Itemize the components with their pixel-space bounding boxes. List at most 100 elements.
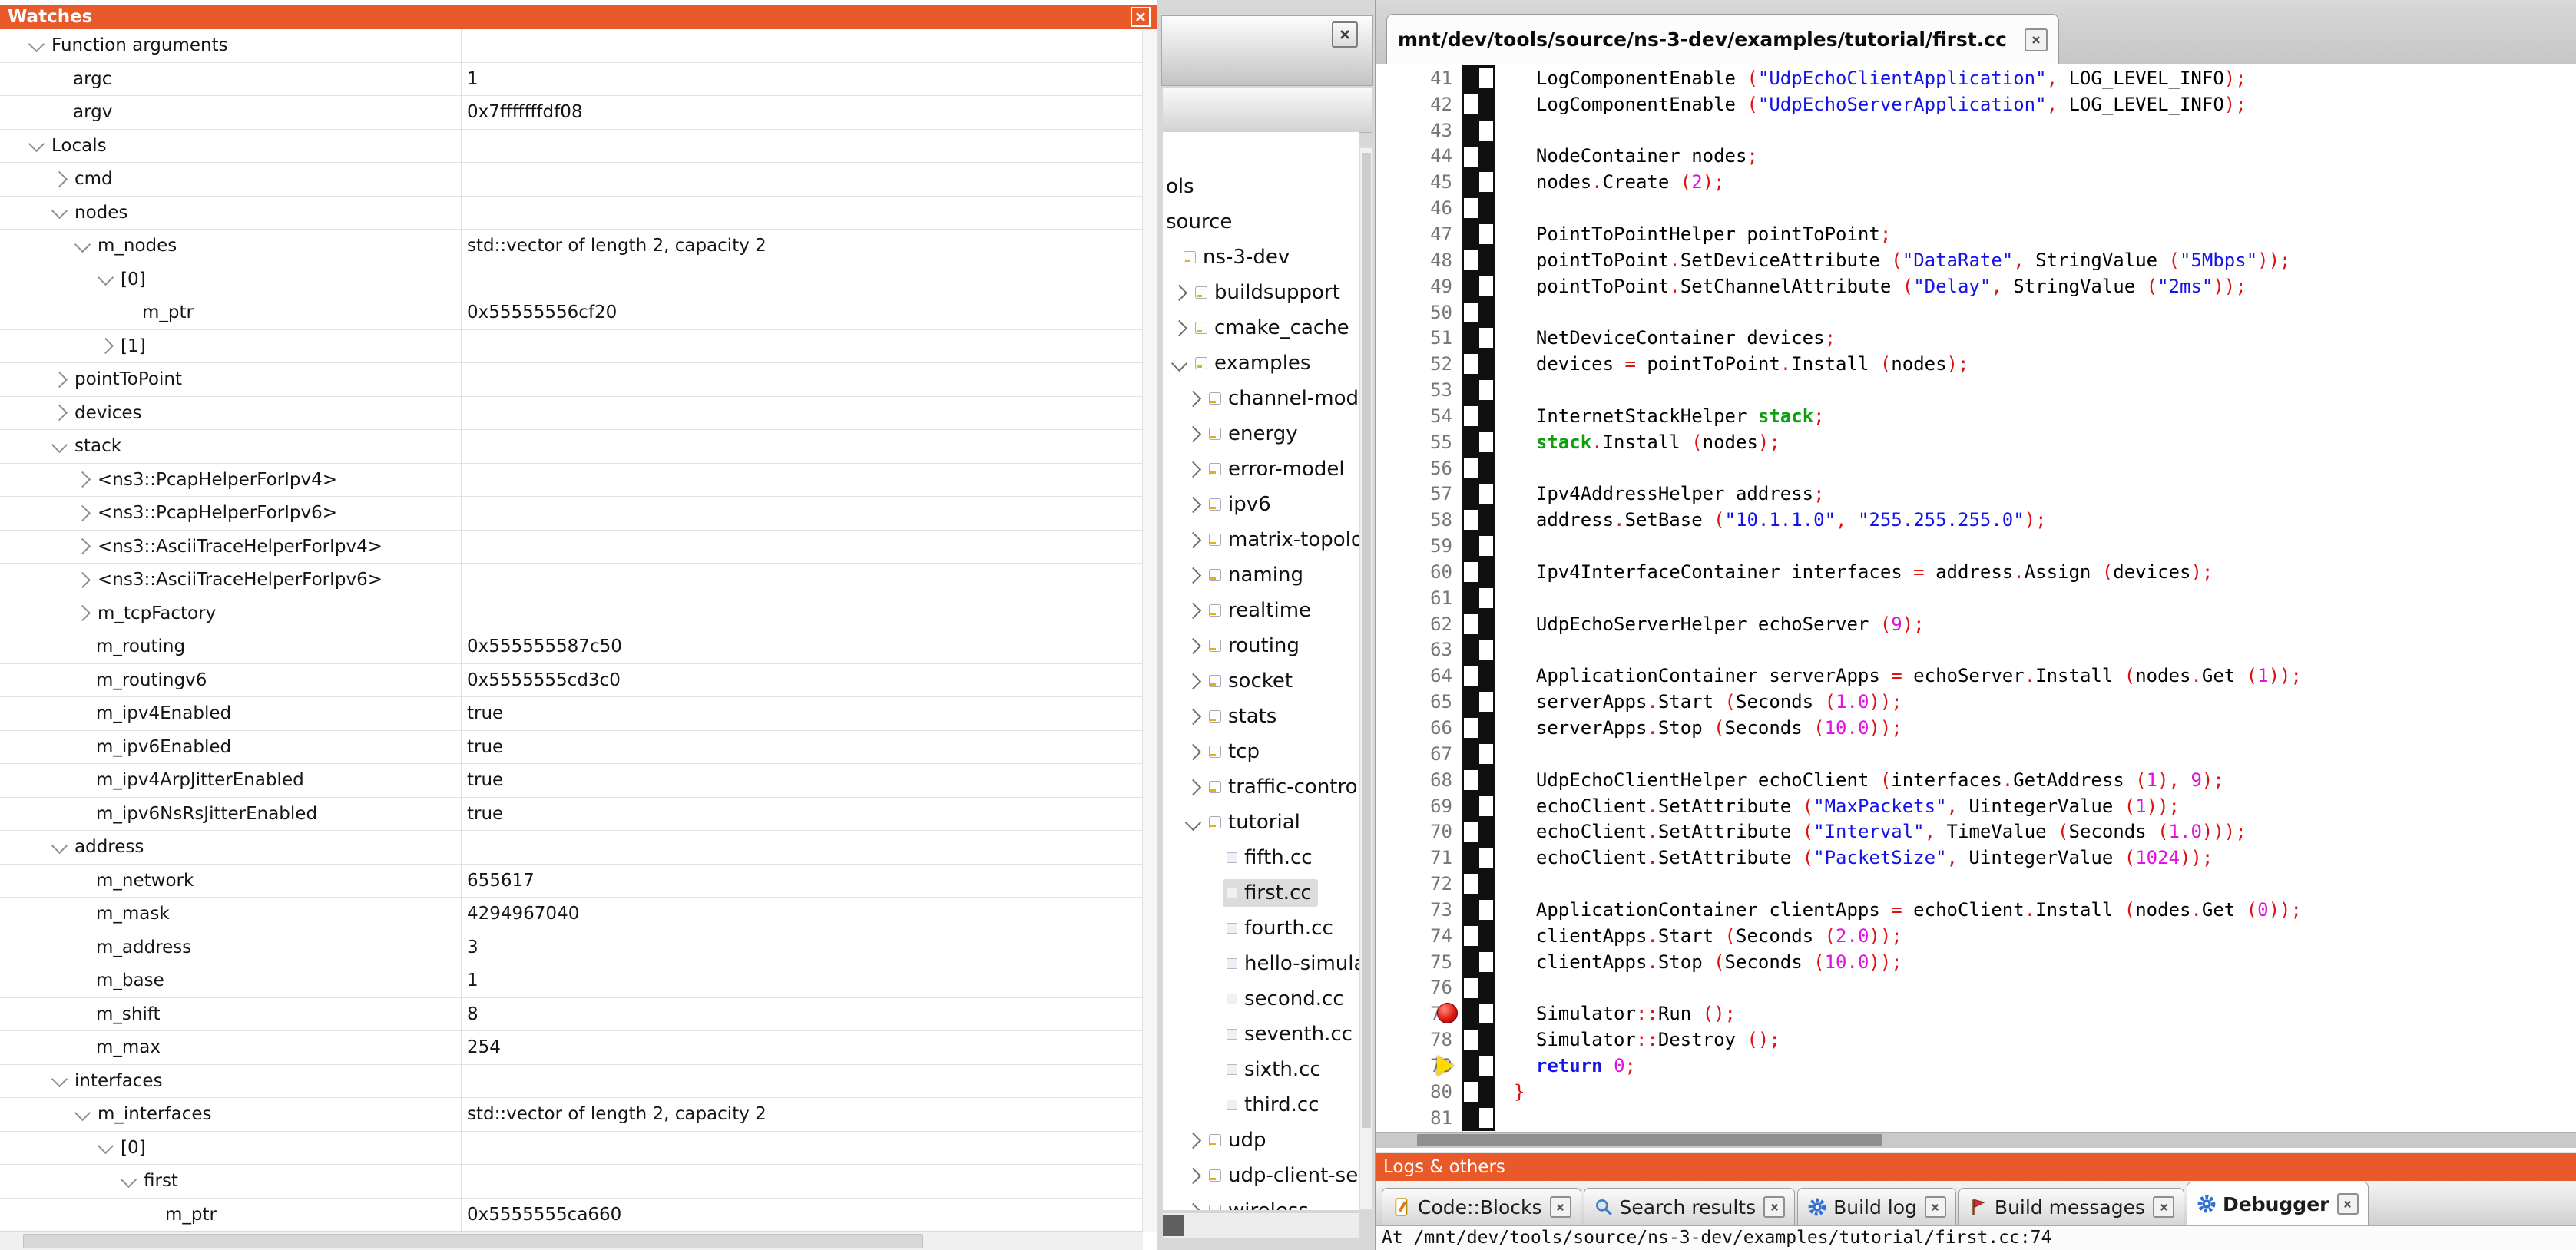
code-text[interactable]: ApplicationContainer serverApps = echoSe… bbox=[1495, 665, 2302, 686]
watches-titlebar[interactable]: Watches bbox=[0, 5, 1157, 29]
gutter-margin[interactable] bbox=[1462, 247, 1495, 273]
line-number[interactable]: 60 bbox=[1376, 561, 1462, 583]
gutter-margin[interactable] bbox=[1462, 845, 1495, 871]
watch-row[interactable]: argv0x7fffffffdf08 bbox=[0, 96, 1143, 130]
line-number[interactable]: 66 bbox=[1376, 717, 1462, 739]
tree-item-examples[interactable]: examples bbox=[1163, 346, 1359, 381]
expand-icon[interactable] bbox=[1185, 461, 1201, 477]
gutter-margin[interactable] bbox=[1462, 117, 1495, 144]
code-text[interactable]: clientApps.Start (Seconds (2.0)); bbox=[1495, 925, 1902, 947]
watch-row[interactable]: m_ipv4Enabledtrue bbox=[0, 697, 1143, 731]
gutter-margin[interactable] bbox=[1462, 221, 1495, 247]
gutter-margin[interactable] bbox=[1462, 793, 1495, 819]
gutter-margin[interactable] bbox=[1462, 429, 1495, 455]
code-text[interactable]: Simulator::Run (); bbox=[1495, 1003, 1736, 1024]
gutter-margin[interactable] bbox=[1462, 818, 1495, 845]
watch-row[interactable]: m_routing0x555555587c50 bbox=[0, 630, 1143, 664]
collapse-icon[interactable] bbox=[51, 203, 68, 219]
gutter-margin[interactable] bbox=[1462, 273, 1495, 299]
watches-horizontal-scrollbar[interactable] bbox=[0, 1231, 1143, 1250]
line-number[interactable]: 42 bbox=[1376, 94, 1462, 115]
scrollbar-thumb[interactable] bbox=[1163, 1215, 1184, 1236]
tree-item-matrix-topology[interactable]: matrix-topology bbox=[1163, 522, 1359, 557]
watch-row[interactable]: interfaces bbox=[0, 1065, 1143, 1099]
expand-icon[interactable] bbox=[1185, 708, 1201, 724]
code-text[interactable]: LogComponentEnable ("UdpEchoServerApplic… bbox=[1495, 94, 2247, 115]
tree-item-buildsupport[interactable]: buildsupport bbox=[1163, 275, 1359, 310]
tree-item-error-model[interactable]: error-model bbox=[1163, 451, 1359, 487]
collapse-icon[interactable] bbox=[74, 236, 91, 253]
expand-icon[interactable] bbox=[74, 505, 91, 521]
close-icon[interactable] bbox=[2337, 1193, 2359, 1215]
tree-item-third-cc[interactable]: third.cc bbox=[1163, 1087, 1359, 1123]
watch-row[interactable]: argc1 bbox=[0, 63, 1143, 97]
gutter-margin[interactable] bbox=[1462, 611, 1495, 637]
gutter-margin[interactable] bbox=[1462, 169, 1495, 195]
code-text[interactable]: echoClient.SetAttribute ("Interval", Tim… bbox=[1495, 821, 2247, 842]
tree-item-ns-3-dev[interactable]: ns-3-dev bbox=[1163, 240, 1359, 275]
watch-row[interactable]: address bbox=[0, 831, 1143, 865]
expand-icon[interactable] bbox=[74, 572, 91, 588]
expand-icon[interactable] bbox=[1185, 673, 1201, 689]
code-text[interactable]: Simulator::Destroy (); bbox=[1495, 1029, 1780, 1050]
close-icon[interactable] bbox=[2025, 28, 2048, 51]
line-number[interactable]: 81 bbox=[1376, 1107, 1462, 1129]
line-number[interactable]: 51 bbox=[1376, 327, 1462, 349]
tree-horizontal-scrollbar[interactable] bbox=[1163, 1212, 1359, 1238]
line-number[interactable]: 75 bbox=[1376, 951, 1462, 973]
tree-item-stats[interactable]: stats bbox=[1163, 699, 1359, 734]
gutter-margin[interactable] bbox=[1462, 195, 1495, 221]
gutter-margin[interactable] bbox=[1462, 351, 1495, 377]
expand-icon[interactable] bbox=[1185, 425, 1201, 441]
collapse-icon[interactable] bbox=[28, 136, 45, 152]
watch-row[interactable]: m_ipv4ArpJitterEnabledtrue bbox=[0, 764, 1143, 798]
gutter-margin[interactable] bbox=[1462, 403, 1495, 429]
gutter-margin[interactable] bbox=[1462, 455, 1495, 481]
watch-row[interactable]: stack bbox=[0, 430, 1143, 464]
line-number[interactable]: 63 bbox=[1376, 639, 1462, 660]
tree-item-realtime[interactable]: realtime bbox=[1163, 593, 1359, 628]
watch-row[interactable]: m_routingv60x5555555cd3c0 bbox=[0, 664, 1143, 698]
watch-row[interactable]: [1] bbox=[0, 330, 1143, 364]
tree-item-second-cc[interactable]: second.cc bbox=[1163, 981, 1359, 1017]
line-number[interactable]: 72 bbox=[1376, 873, 1462, 895]
line-number[interactable]: 41 bbox=[1376, 68, 1462, 89]
close-icon[interactable] bbox=[1550, 1196, 1571, 1218]
watch-row[interactable]: m_ptr0x5555555ca660 bbox=[0, 1199, 1143, 1232]
scrollbar-thumb[interactable] bbox=[23, 1234, 923, 1248]
log-tab-debugger[interactable]: Debugger bbox=[2187, 1182, 2368, 1225]
code-text[interactable]: clientApps.Stop (Seconds (10.0)); bbox=[1495, 951, 1902, 973]
tree-item-seventh-cc[interactable]: seventh.cc bbox=[1163, 1017, 1359, 1052]
tree-item-wireless[interactable]: wireless bbox=[1163, 1193, 1359, 1210]
close-icon[interactable] bbox=[1763, 1196, 1785, 1218]
close-icon[interactable] bbox=[1925, 1196, 1946, 1218]
close-icon[interactable] bbox=[2153, 1196, 2174, 1218]
line-number[interactable]: 71 bbox=[1376, 847, 1462, 868]
expand-icon[interactable] bbox=[1185, 1167, 1201, 1183]
watch-row[interactable]: m_ipv6Enabledtrue bbox=[0, 731, 1143, 765]
gutter-margin[interactable] bbox=[1462, 481, 1495, 508]
watch-row[interactable]: m_base1 bbox=[0, 964, 1143, 998]
logs-titlebar[interactable]: Logs & others bbox=[1376, 1153, 2576, 1181]
tree-item-udp[interactable]: udp bbox=[1163, 1123, 1359, 1158]
code-text[interactable]: ApplicationContainer clientApps = echoCl… bbox=[1495, 899, 2302, 921]
watch-row[interactable]: m_nodesstd::vector of length 2, capacity… bbox=[0, 230, 1143, 263]
gutter-margin[interactable] bbox=[1462, 144, 1495, 170]
gutter-margin[interactable] bbox=[1462, 1053, 1495, 1079]
line-number[interactable]: 74 bbox=[1376, 925, 1462, 947]
line-number[interactable]: 70 bbox=[1376, 821, 1462, 842]
code-text[interactable]: LogComponentEnable ("UdpEchoClientApplic… bbox=[1495, 68, 2247, 89]
expand-icon[interactable] bbox=[1185, 567, 1201, 583]
gutter-margin[interactable] bbox=[1462, 975, 1495, 1001]
gutter-margin[interactable] bbox=[1462, 663, 1495, 689]
watch-row[interactable]: cmd bbox=[0, 163, 1143, 197]
expand-icon[interactable] bbox=[74, 471, 91, 488]
code-text[interactable]: echoClient.SetAttribute ("PacketSize", U… bbox=[1495, 847, 2213, 868]
gutter-margin[interactable] bbox=[1462, 767, 1495, 793]
watch-row[interactable]: Locals bbox=[0, 130, 1143, 164]
collapse-icon[interactable] bbox=[28, 36, 45, 52]
watch-row[interactable]: <ns3::AsciiTraceHelperForIpv6> bbox=[0, 564, 1143, 597]
code-text[interactable]: stack.Install (nodes); bbox=[1495, 432, 1780, 453]
code-text[interactable]: InternetStackHelper stack; bbox=[1495, 405, 1825, 427]
breakpoint-icon[interactable] bbox=[1437, 1003, 1458, 1023]
